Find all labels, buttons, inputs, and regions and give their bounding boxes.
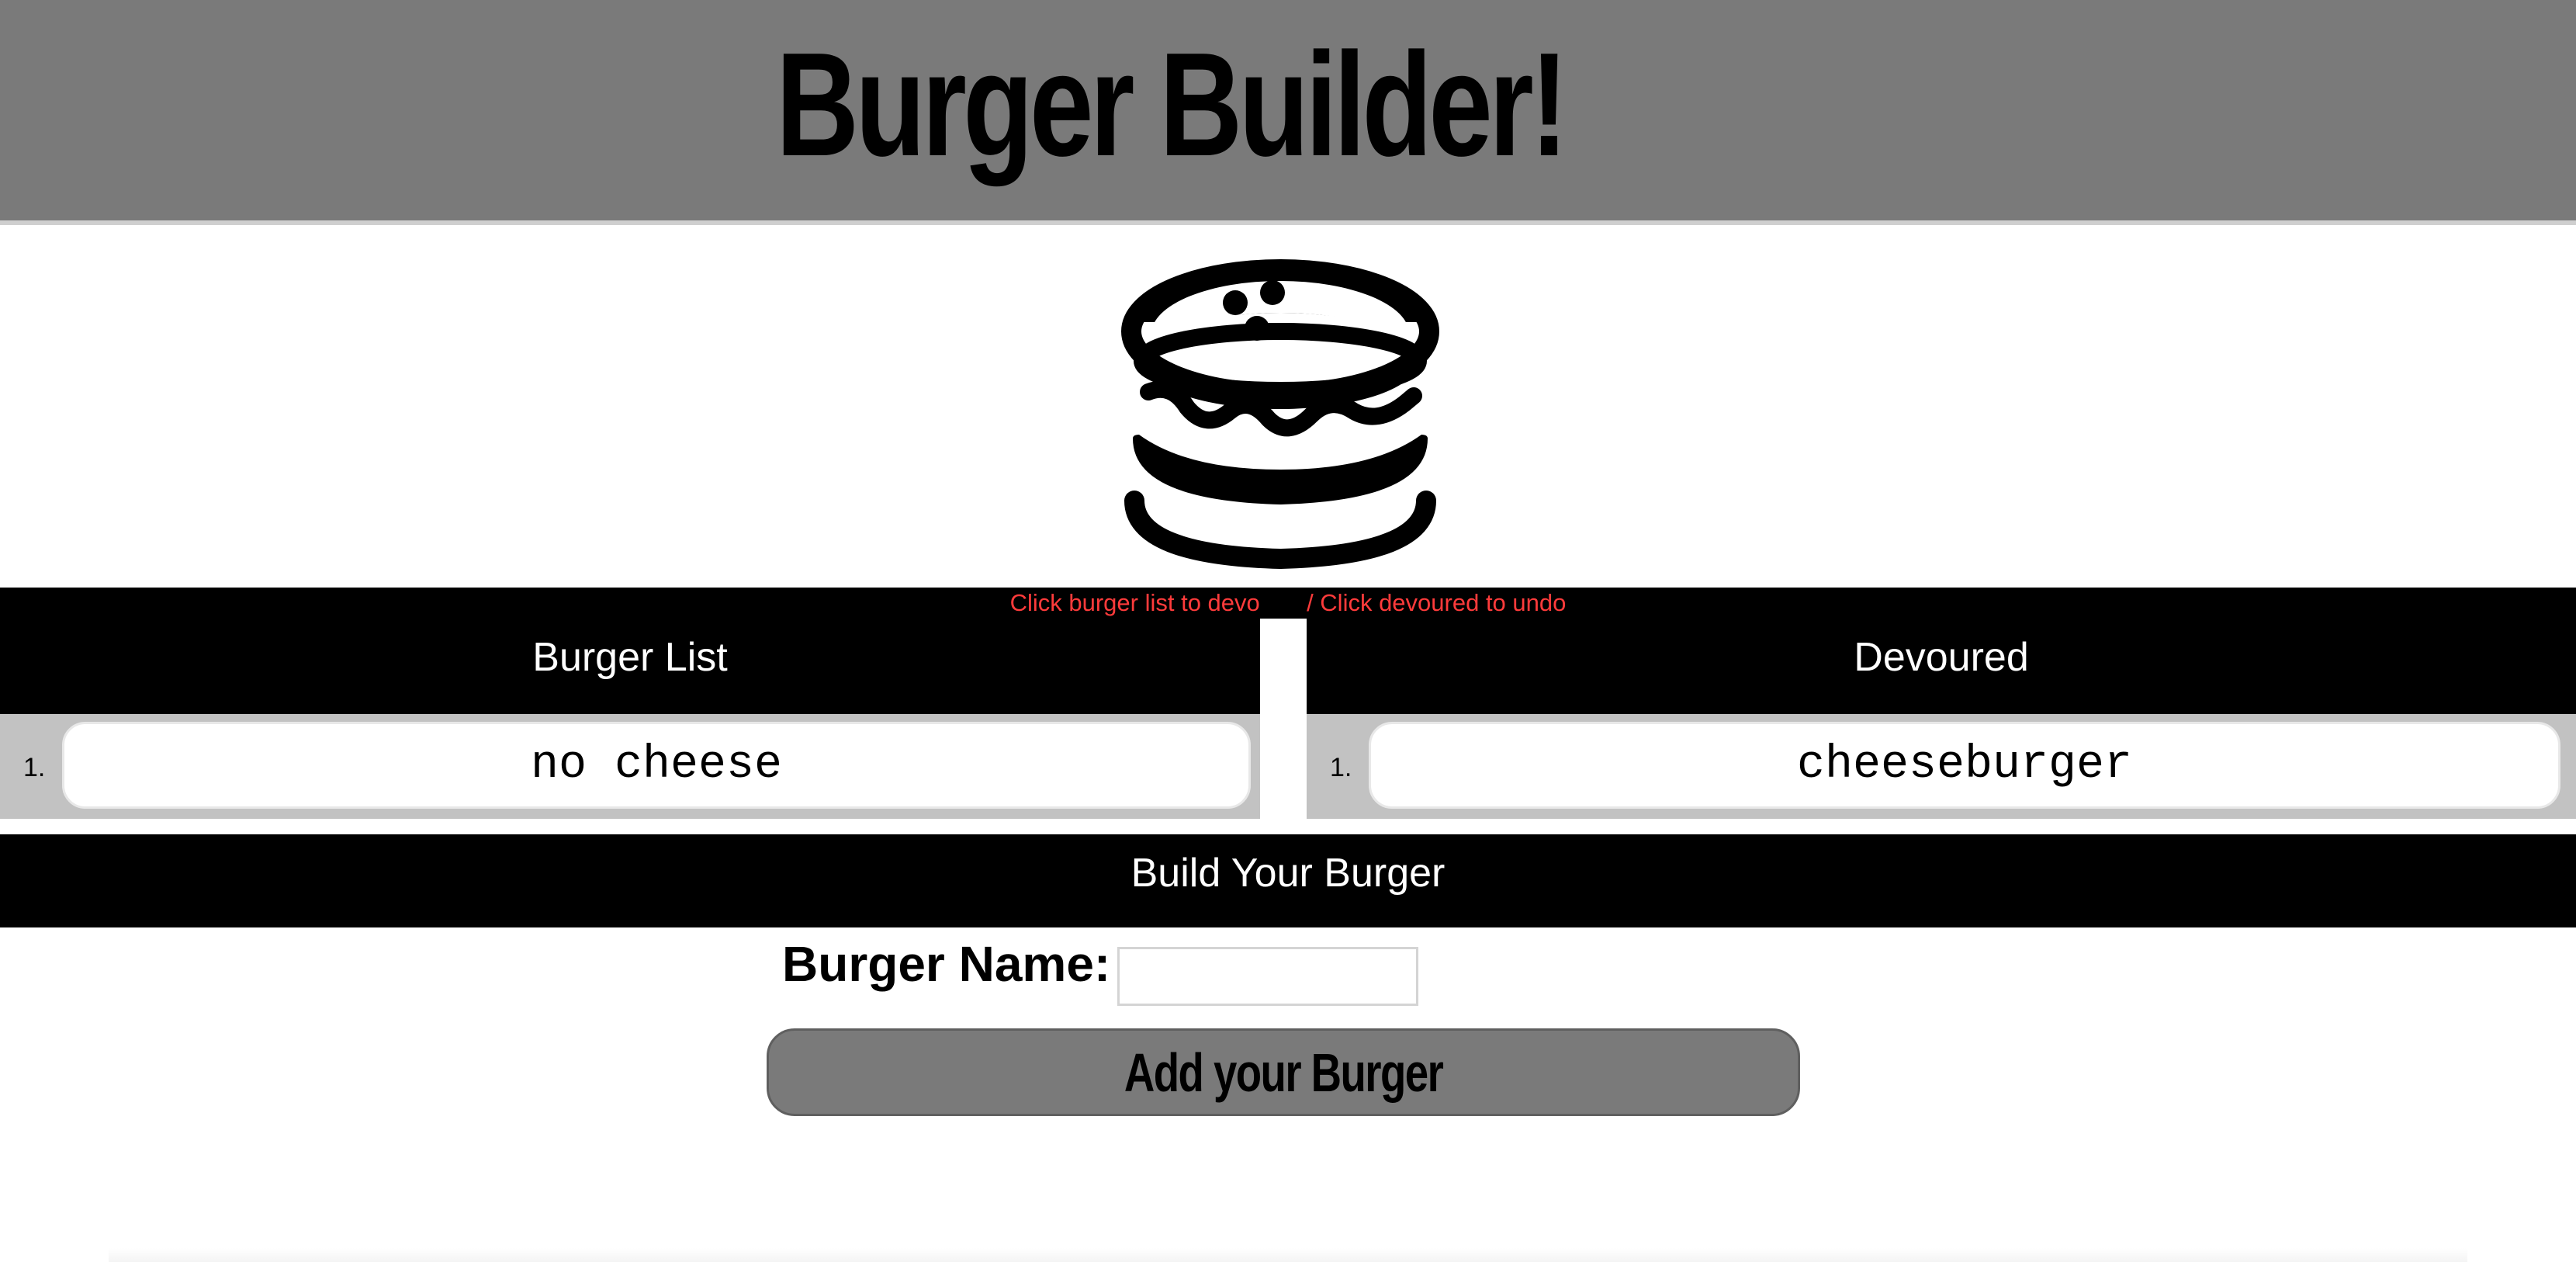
list-item-number: 1.: [1330, 753, 1352, 782]
add-burger-button[interactable]: Add your Burger: [767, 1028, 1800, 1116]
devoured-list: 1. cheeseburger: [1307, 714, 2576, 819]
page-title: Burger Builder!: [776, 23, 1568, 187]
list-item-number: 1.: [23, 753, 46, 782]
footer-shadow: [109, 1248, 2467, 1262]
burger-name-label: Burger Name:: [782, 936, 1111, 992]
divider: [1260, 588, 1307, 619]
burger-name-input[interactable]: [1117, 947, 1418, 1006]
build-heading: Build Your Burger: [0, 834, 2576, 927]
burger-list-item[interactable]: no cheese: [62, 722, 1251, 809]
add-burger-button-label: Add your Burger: [1124, 1042, 1444, 1103]
devoured-heading: Devoured: [1307, 619, 2576, 714]
devoured-list-item[interactable]: cheeseburger: [1369, 722, 2560, 809]
site-header: Burger Builder!: [0, 0, 2576, 225]
burger-list: 1. no cheese: [0, 714, 1260, 819]
burger-icon: [1117, 244, 1443, 570]
burger-list-heading: Burger List: [0, 619, 1260, 714]
